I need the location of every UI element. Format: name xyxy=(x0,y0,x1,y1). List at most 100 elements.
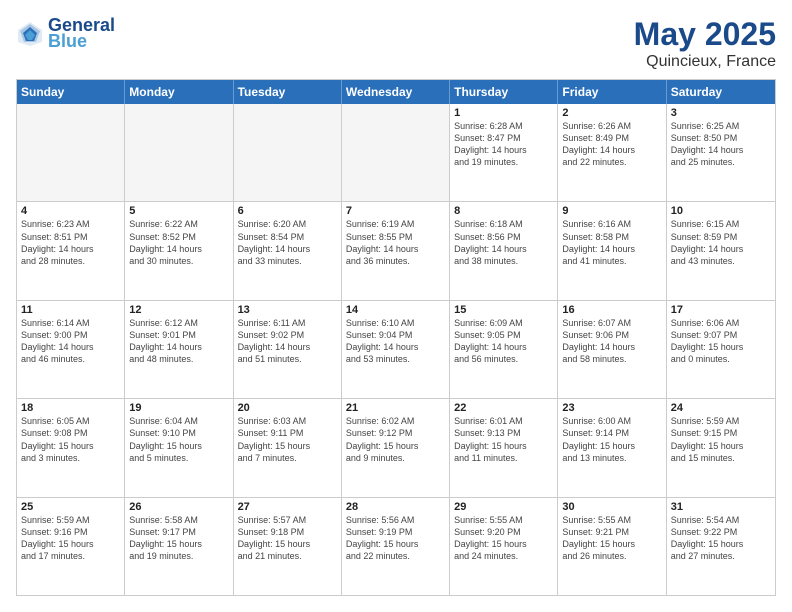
day-name-friday: Friday xyxy=(558,80,666,104)
day-number: 23 xyxy=(562,402,661,414)
cell-detail: Sunrise: 5:58 AMSunset: 9:17 PMDaylight:… xyxy=(129,514,228,563)
cell-detail: Sunrise: 5:54 AMSunset: 9:22 PMDaylight:… xyxy=(671,514,771,563)
day-number: 5 xyxy=(129,205,228,217)
logo: General Blue xyxy=(16,16,115,52)
logo-icon xyxy=(16,20,44,48)
day-number: 30 xyxy=(562,501,661,513)
cell-detail: Sunrise: 6:28 AMSunset: 8:47 PMDaylight:… xyxy=(454,120,553,169)
day-number: 9 xyxy=(562,205,661,217)
cell-detail: Sunrise: 5:57 AMSunset: 9:18 PMDaylight:… xyxy=(238,514,337,563)
cell-detail: Sunrise: 6:23 AMSunset: 8:51 PMDaylight:… xyxy=(21,218,120,267)
cell-detail: Sunrise: 6:12 AMSunset: 9:01 PMDaylight:… xyxy=(129,317,228,366)
calendar-cell: 22Sunrise: 6:01 AMSunset: 9:13 PMDayligh… xyxy=(450,399,558,496)
day-number: 18 xyxy=(21,402,120,414)
calendar-cell: 12Sunrise: 6:12 AMSunset: 9:01 PMDayligh… xyxy=(125,301,233,398)
day-number: 29 xyxy=(454,501,553,513)
cell-detail: Sunrise: 6:18 AMSunset: 8:56 PMDaylight:… xyxy=(454,218,553,267)
cell-detail: Sunrise: 6:20 AMSunset: 8:54 PMDaylight:… xyxy=(238,218,337,267)
calendar-body: 1Sunrise: 6:28 AMSunset: 8:47 PMDaylight… xyxy=(17,104,775,595)
day-number: 13 xyxy=(238,304,337,316)
day-number: 24 xyxy=(671,402,771,414)
calendar-cell: 18Sunrise: 6:05 AMSunset: 9:08 PMDayligh… xyxy=(17,399,125,496)
day-number: 3 xyxy=(671,107,771,119)
calendar-cell: 31Sunrise: 5:54 AMSunset: 9:22 PMDayligh… xyxy=(667,498,775,595)
day-number: 26 xyxy=(129,501,228,513)
day-number: 2 xyxy=(562,107,661,119)
calendar-cell: 14Sunrise: 6:10 AMSunset: 9:04 PMDayligh… xyxy=(342,301,450,398)
cell-detail: Sunrise: 5:59 AMSunset: 9:15 PMDaylight:… xyxy=(671,415,771,464)
calendar-row-0: 1Sunrise: 6:28 AMSunset: 8:47 PMDaylight… xyxy=(17,104,775,202)
cell-detail: Sunrise: 6:25 AMSunset: 8:50 PMDaylight:… xyxy=(671,120,771,169)
cell-detail: Sunrise: 6:26 AMSunset: 8:49 PMDaylight:… xyxy=(562,120,661,169)
calendar-cell: 23Sunrise: 6:00 AMSunset: 9:14 PMDayligh… xyxy=(558,399,666,496)
cell-detail: Sunrise: 5:56 AMSunset: 9:19 PMDaylight:… xyxy=(346,514,445,563)
day-number: 12 xyxy=(129,304,228,316)
cell-detail: Sunrise: 6:03 AMSunset: 9:11 PMDaylight:… xyxy=(238,415,337,464)
title-block: May 2025 Quincieux, France xyxy=(634,16,776,71)
cell-detail: Sunrise: 6:19 AMSunset: 8:55 PMDaylight:… xyxy=(346,218,445,267)
calendar-cell: 17Sunrise: 6:06 AMSunset: 9:07 PMDayligh… xyxy=(667,301,775,398)
calendar-cell: 21Sunrise: 6:02 AMSunset: 9:12 PMDayligh… xyxy=(342,399,450,496)
cell-detail: Sunrise: 6:14 AMSunset: 9:00 PMDaylight:… xyxy=(21,317,120,366)
calendar-cell: 19Sunrise: 6:04 AMSunset: 9:10 PMDayligh… xyxy=(125,399,233,496)
page: General Blue May 2025 Quincieux, France … xyxy=(0,0,792,612)
calendar-cell: 7Sunrise: 6:19 AMSunset: 8:55 PMDaylight… xyxy=(342,202,450,299)
cell-detail: Sunrise: 6:06 AMSunset: 9:07 PMDaylight:… xyxy=(671,317,771,366)
cell-detail: Sunrise: 6:04 AMSunset: 9:10 PMDaylight:… xyxy=(129,415,228,464)
calendar-cell: 25Sunrise: 5:59 AMSunset: 9:16 PMDayligh… xyxy=(17,498,125,595)
cell-detail: Sunrise: 6:10 AMSunset: 9:04 PMDaylight:… xyxy=(346,317,445,366)
calendar-cell: 10Sunrise: 6:15 AMSunset: 8:59 PMDayligh… xyxy=(667,202,775,299)
logo-text: General Blue xyxy=(48,16,115,52)
day-name-monday: Monday xyxy=(125,80,233,104)
cell-detail: Sunrise: 6:02 AMSunset: 9:12 PMDaylight:… xyxy=(346,415,445,464)
cell-detail: Sunrise: 5:59 AMSunset: 9:16 PMDaylight:… xyxy=(21,514,120,563)
cell-detail: Sunrise: 6:09 AMSunset: 9:05 PMDaylight:… xyxy=(454,317,553,366)
calendar-cell: 2Sunrise: 6:26 AMSunset: 8:49 PMDaylight… xyxy=(558,104,666,201)
day-number: 7 xyxy=(346,205,445,217)
calendar-cell: 29Sunrise: 5:55 AMSunset: 9:20 PMDayligh… xyxy=(450,498,558,595)
calendar-cell: 11Sunrise: 6:14 AMSunset: 9:00 PMDayligh… xyxy=(17,301,125,398)
calendar-cell: 30Sunrise: 5:55 AMSunset: 9:21 PMDayligh… xyxy=(558,498,666,595)
calendar-row-2: 11Sunrise: 6:14 AMSunset: 9:00 PMDayligh… xyxy=(17,301,775,399)
calendar-cell: 3Sunrise: 6:25 AMSunset: 8:50 PMDaylight… xyxy=(667,104,775,201)
day-name-wednesday: Wednesday xyxy=(342,80,450,104)
day-name-tuesday: Tuesday xyxy=(234,80,342,104)
location: Quincieux, France xyxy=(634,53,776,71)
calendar-cell: 27Sunrise: 5:57 AMSunset: 9:18 PMDayligh… xyxy=(234,498,342,595)
cell-detail: Sunrise: 6:00 AMSunset: 9:14 PMDaylight:… xyxy=(562,415,661,464)
day-number: 31 xyxy=(671,501,771,513)
day-number: 14 xyxy=(346,304,445,316)
cell-detail: Sunrise: 5:55 AMSunset: 9:20 PMDaylight:… xyxy=(454,514,553,563)
day-number: 20 xyxy=(238,402,337,414)
cell-detail: Sunrise: 5:55 AMSunset: 9:21 PMDaylight:… xyxy=(562,514,661,563)
calendar-cell: 20Sunrise: 6:03 AMSunset: 9:11 PMDayligh… xyxy=(234,399,342,496)
day-number: 15 xyxy=(454,304,553,316)
cell-detail: Sunrise: 6:15 AMSunset: 8:59 PMDaylight:… xyxy=(671,218,771,267)
calendar-cell xyxy=(342,104,450,201)
month-title: May 2025 xyxy=(634,16,776,53)
calendar-cell: 8Sunrise: 6:18 AMSunset: 8:56 PMDaylight… xyxy=(450,202,558,299)
day-number: 19 xyxy=(129,402,228,414)
day-number: 28 xyxy=(346,501,445,513)
day-number: 1 xyxy=(454,107,553,119)
day-number: 16 xyxy=(562,304,661,316)
calendar-cell: 6Sunrise: 6:20 AMSunset: 8:54 PMDaylight… xyxy=(234,202,342,299)
day-number: 10 xyxy=(671,205,771,217)
day-number: 6 xyxy=(238,205,337,217)
calendar-row-3: 18Sunrise: 6:05 AMSunset: 9:08 PMDayligh… xyxy=(17,399,775,497)
calendar-cell: 4Sunrise: 6:23 AMSunset: 8:51 PMDaylight… xyxy=(17,202,125,299)
cell-detail: Sunrise: 6:22 AMSunset: 8:52 PMDaylight:… xyxy=(129,218,228,267)
calendar-row-4: 25Sunrise: 5:59 AMSunset: 9:16 PMDayligh… xyxy=(17,498,775,595)
cell-detail: Sunrise: 6:07 AMSunset: 9:06 PMDaylight:… xyxy=(562,317,661,366)
calendar-cell: 26Sunrise: 5:58 AMSunset: 9:17 PMDayligh… xyxy=(125,498,233,595)
day-number: 11 xyxy=(21,304,120,316)
calendar-cell: 15Sunrise: 6:09 AMSunset: 9:05 PMDayligh… xyxy=(450,301,558,398)
calendar-cell xyxy=(125,104,233,201)
calendar-row-1: 4Sunrise: 6:23 AMSunset: 8:51 PMDaylight… xyxy=(17,202,775,300)
cell-detail: Sunrise: 6:05 AMSunset: 9:08 PMDaylight:… xyxy=(21,415,120,464)
day-number: 22 xyxy=(454,402,553,414)
calendar-cell: 9Sunrise: 6:16 AMSunset: 8:58 PMDaylight… xyxy=(558,202,666,299)
cell-detail: Sunrise: 6:16 AMSunset: 8:58 PMDaylight:… xyxy=(562,218,661,267)
calendar-cell: 28Sunrise: 5:56 AMSunset: 9:19 PMDayligh… xyxy=(342,498,450,595)
day-number: 8 xyxy=(454,205,553,217)
